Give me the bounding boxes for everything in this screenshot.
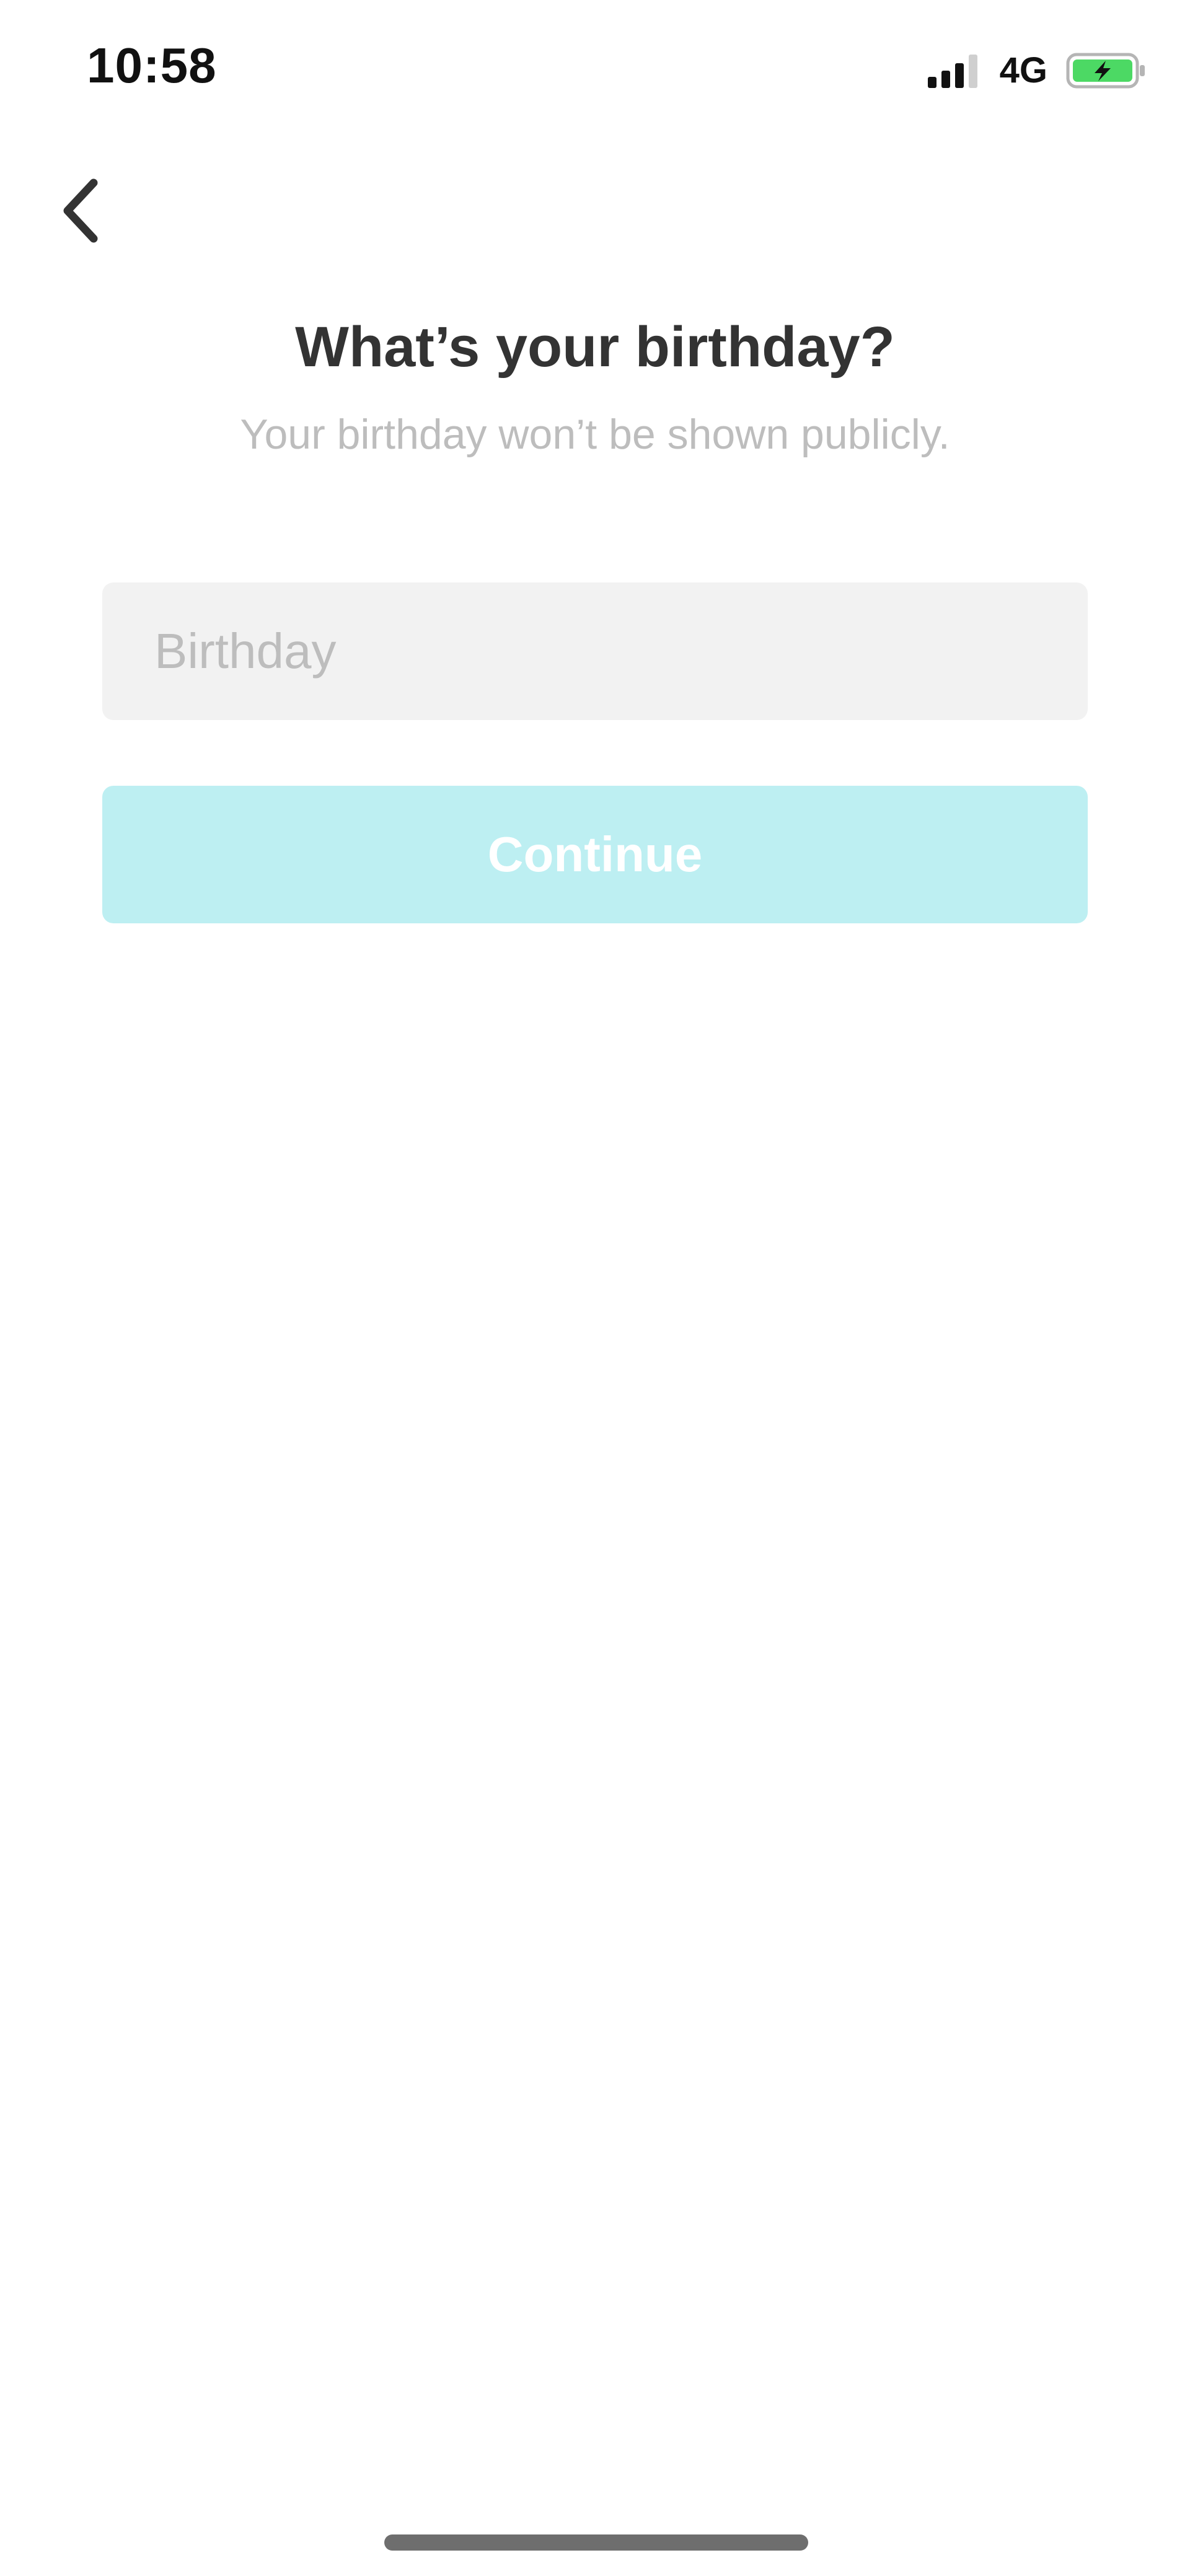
signal-bars-icon: [927, 53, 977, 88]
status-bar: 10:58 4G: [0, 0, 1190, 149]
status-indicators: 4G: [927, 50, 1147, 90]
battery-charging-icon: [1066, 53, 1145, 89]
chevron-left-icon: [63, 178, 98, 243]
signal-bar: [927, 77, 937, 88]
signup-birthday-screen: 10:58 4G What’s your birthday? Your birt…: [0, 0, 1190, 2576]
birthday-input[interactable]: [102, 582, 1088, 720]
home-indicator: [384, 2534, 808, 2551]
signal-bar: [968, 55, 977, 88]
status-time: 10:58: [87, 38, 217, 93]
continue-button[interactable]: Continue: [102, 786, 1088, 923]
network-type: 4G: [999, 50, 1047, 90]
signal-bar: [954, 63, 964, 88]
signal-bar: [941, 71, 950, 88]
back-button[interactable]: [37, 167, 124, 254]
page-subtitle: Your birthday won’t be shown publicly.: [240, 411, 950, 458]
page-title: What’s your birthday?: [295, 315, 895, 379]
